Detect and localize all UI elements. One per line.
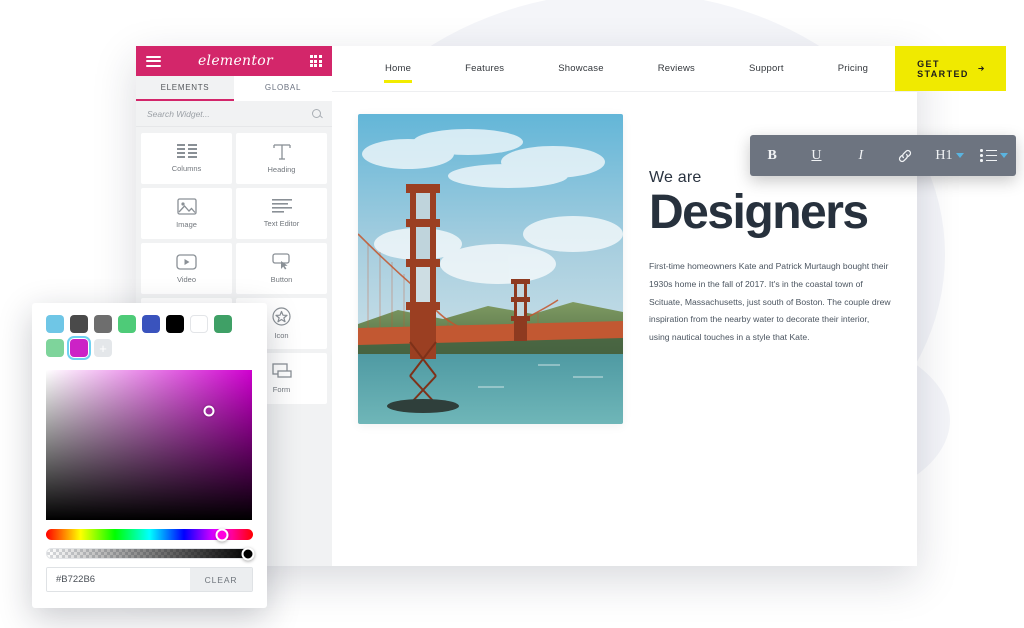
link-button[interactable] bbox=[883, 135, 927, 176]
widget-heading[interactable]: Heading bbox=[236, 133, 327, 184]
widget-label: Button bbox=[270, 275, 293, 284]
hue-slider[interactable] bbox=[46, 528, 253, 541]
nav-item-support[interactable]: Support bbox=[722, 46, 811, 91]
clear-button[interactable]: CLEAR bbox=[190, 568, 252, 591]
tab-global[interactable]: GLOBAL bbox=[234, 76, 332, 101]
color-picker-popover: + #B722B6 CLEAR bbox=[32, 303, 267, 608]
color-swatch[interactable] bbox=[190, 315, 208, 333]
list-button[interactable] bbox=[972, 135, 1016, 176]
widget-label: Columns bbox=[171, 164, 202, 173]
saturation-value-area[interactable] bbox=[46, 370, 252, 520]
saturation-handle[interactable] bbox=[203, 405, 215, 416]
star-icon bbox=[272, 307, 291, 326]
nav-item-showcase[interactable]: Showcase bbox=[531, 46, 630, 91]
site-preview: Home Features Showcase Reviews Support P… bbox=[332, 46, 1006, 566]
form-icon bbox=[271, 363, 292, 378]
hero-headline: Designers bbox=[649, 186, 869, 239]
link-icon bbox=[899, 149, 912, 162]
hero-paragraph: First-time homeowners Kate and Patrick M… bbox=[649, 260, 891, 343]
hex-input-row: #B722B6 CLEAR bbox=[46, 567, 253, 592]
button-icon bbox=[271, 253, 290, 270]
nav-item-features[interactable]: Features bbox=[438, 46, 531, 91]
elementor-logo: elementor bbox=[197, 53, 274, 69]
color-swatch[interactable] bbox=[46, 315, 64, 333]
get-started-label: GET STARTED bbox=[917, 58, 969, 79]
color-swatch[interactable] bbox=[166, 315, 184, 333]
image-icon bbox=[176, 198, 197, 215]
color-swatch-selected[interactable] bbox=[67, 336, 91, 360]
search-input[interactable]: Search Widget... bbox=[147, 109, 210, 119]
widget-label: Heading bbox=[267, 165, 296, 174]
widget-label: Image bbox=[176, 220, 197, 229]
color-swatch-list: + bbox=[46, 315, 253, 360]
color-swatch[interactable] bbox=[70, 315, 88, 333]
widget-label: Icon bbox=[274, 331, 289, 340]
heading-level-label: H1 bbox=[935, 147, 953, 163]
bold-button[interactable]: B bbox=[750, 135, 794, 176]
widget-label: Text Editor bbox=[263, 219, 300, 228]
panel-header: elementor bbox=[136, 46, 332, 76]
arrow-right-icon bbox=[977, 66, 984, 71]
text-editor-icon bbox=[271, 199, 292, 213]
get-started-button[interactable]: GET STARTED bbox=[895, 46, 1006, 91]
color-swatch[interactable] bbox=[214, 315, 232, 333]
hamburger-icon[interactable] bbox=[146, 55, 161, 67]
tab-elements[interactable]: ELEMENTS bbox=[136, 76, 234, 101]
widget-video[interactable]: Video bbox=[141, 243, 232, 294]
columns-icon bbox=[176, 144, 197, 158]
panel-tabs: ELEMENTS GLOBAL bbox=[136, 76, 332, 101]
search-icon[interactable] bbox=[312, 109, 321, 118]
color-swatch[interactable] bbox=[118, 315, 136, 333]
search-widget-row[interactable]: Search Widget... bbox=[136, 101, 332, 127]
alpha-slider-handle[interactable] bbox=[241, 547, 255, 560]
widget-label: Video bbox=[176, 274, 197, 284]
heading-icon bbox=[272, 144, 291, 160]
italic-button[interactable]: I bbox=[839, 135, 883, 176]
nav-item-reviews[interactable]: Reviews bbox=[631, 46, 722, 91]
text-format-toolbar: B U I H1 bbox=[750, 135, 1016, 176]
alpha-slider[interactable] bbox=[46, 547, 255, 560]
widget-columns[interactable]: Columns bbox=[141, 133, 232, 184]
heading-level-button[interactable]: H1 bbox=[927, 135, 971, 176]
color-swatch[interactable] bbox=[46, 339, 64, 357]
widget-image[interactable]: Image bbox=[141, 188, 232, 239]
widget-button[interactable]: Button bbox=[236, 243, 327, 294]
hue-slider-handle[interactable] bbox=[215, 528, 229, 541]
hero-image bbox=[358, 114, 623, 424]
video-icon bbox=[176, 253, 197, 270]
nav-item-home[interactable]: Home bbox=[358, 46, 438, 91]
nav-item-pricing[interactable]: Pricing bbox=[811, 46, 895, 91]
add-color-button[interactable]: + bbox=[94, 339, 112, 357]
chevron-down-icon[interactable] bbox=[999, 153, 1008, 158]
color-swatch[interactable] bbox=[94, 315, 112, 333]
widget-label: Form bbox=[272, 385, 291, 394]
hex-input[interactable]: #B722B6 bbox=[47, 568, 190, 591]
chevron-down-icon[interactable] bbox=[955, 153, 964, 158]
list-icon bbox=[980, 149, 997, 162]
nav-links: Home Features Showcase Reviews Support P… bbox=[332, 46, 895, 91]
underline-button[interactable]: U bbox=[794, 135, 838, 176]
golden-gate-bridge-photo bbox=[358, 114, 623, 424]
color-swatch[interactable] bbox=[142, 315, 160, 333]
site-top-navigation: Home Features Showcase Reviews Support P… bbox=[332, 46, 1006, 92]
widget-text-editor[interactable]: Text Editor bbox=[236, 188, 327, 239]
grid-icon[interactable] bbox=[309, 55, 322, 67]
screenshot-root: elementor ELEMENTS GLOBAL Search Widget.… bbox=[0, 0, 1024, 628]
